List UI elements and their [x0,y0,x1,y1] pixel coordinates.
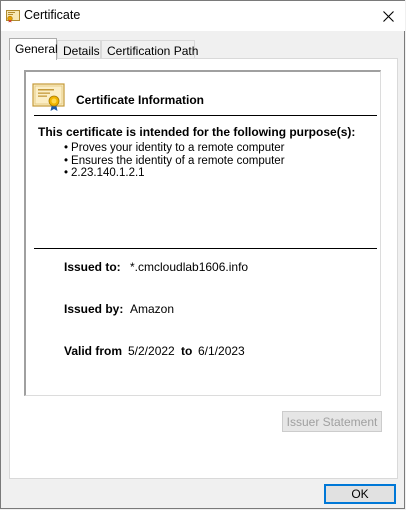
valid-to-value: 6/1/2023 [198,344,245,358]
purpose-heading: This certificate is intended for the fol… [38,125,356,139]
ok-button-label: OK [351,487,369,501]
close-icon [382,10,394,22]
tab-general-label: General [15,42,58,56]
issuer-statement-label: Issuer Statement [286,414,378,429]
certificate-large-icon [32,82,66,112]
valid-from-value: 5/2/2022 [128,344,175,358]
divider-bottom [34,248,377,249]
issued-by-label: Issued by: [64,302,124,316]
issued-to-label: Issued to: [64,260,121,274]
valid-to-label: to [181,344,193,358]
issued-by-value: Amazon [130,302,175,316]
certificate-info-box: Certificate Information This certificate… [24,70,381,396]
issued-to-value: *.cmcloudlab1606.info [130,260,249,274]
general-tab-panel: Certificate Information This certificate… [9,58,398,479]
purpose-item: Proves your identity to a remote compute… [64,142,285,155]
close-button[interactable] [377,6,399,26]
divider-top [34,115,377,116]
window-title: Certificate [24,8,81,22]
tab-certification-path[interactable]: Certification Path [101,40,199,59]
certificate-icon [6,9,20,23]
purpose-item: 2.23.140.1.2.1 [64,167,285,180]
tab-certification-path-label: Certification Path [107,44,199,58]
certificate-dialog: Certificate General Details Certificatio… [0,0,405,509]
certificate-information-title: Certificate Information [76,93,205,107]
purpose-list: Proves your identity to a remote compute… [64,142,285,180]
purpose-item: Ensures the identity of a remote compute… [64,155,285,168]
title-bar: Certificate [1,1,405,31]
issuer-statement-button[interactable]: Issuer Statement [282,411,382,432]
tab-general[interactable]: General [9,38,58,60]
valid-from-label: Valid from [64,344,123,358]
tab-details[interactable]: Details [57,40,101,59]
tab-details-label: Details [63,44,100,58]
ok-button[interactable]: OK [324,484,396,504]
